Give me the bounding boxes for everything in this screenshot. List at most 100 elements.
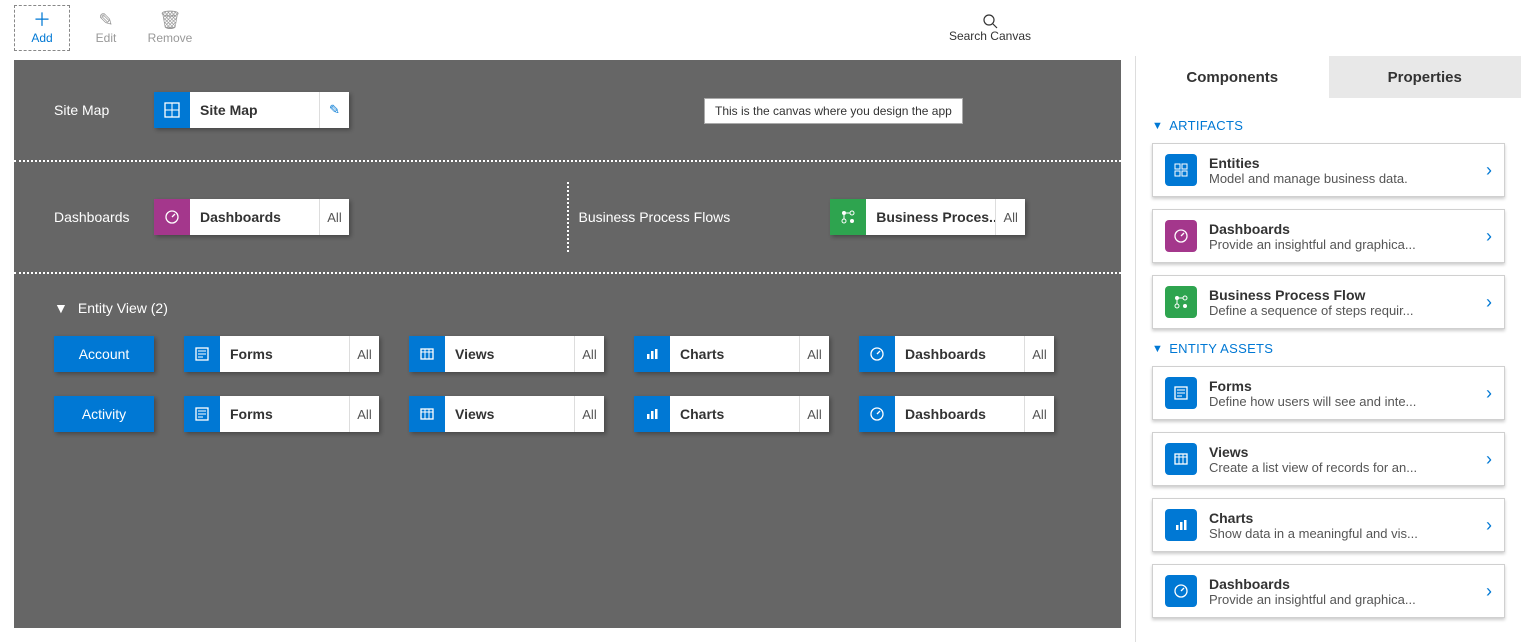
asset-tile-forms[interactable]: FormsAll — [184, 396, 379, 432]
card-title: Dashboards — [1209, 576, 1486, 592]
asset-all-action[interactable]: All — [574, 336, 604, 372]
asset-all-action[interactable]: All — [574, 396, 604, 432]
chevron-right-icon: › — [1486, 160, 1492, 181]
section-sitemap: Site Map Site Map ✎ — [14, 60, 1121, 162]
sitemap-tile[interactable]: Site Map ✎ — [154, 92, 349, 128]
asset-tile-label: Dashboards — [895, 396, 1024, 432]
asset-tile-label: Views — [445, 336, 574, 372]
asset-all-action[interactable]: All — [799, 336, 829, 372]
section-entity-view: ▼ Entity View (2) AccountFormsAllViewsAl… — [14, 274, 1121, 476]
remove-button[interactable]: 🗑 Remove — [142, 5, 198, 51]
bpf-tile[interactable]: Business Proces... All — [830, 199, 1025, 235]
chevron-right-icon: › — [1486, 449, 1492, 470]
search-canvas-button[interactable]: Search Canvas — [949, 13, 1031, 43]
card-title: Entities — [1209, 155, 1486, 171]
card-desc: Model and manage business data. — [1209, 171, 1486, 186]
entity-view-label: Entity View (2) — [78, 300, 168, 316]
asset-tile-label: Dashboards — [895, 336, 1024, 372]
entity-row: ActivityFormsAllViewsAllChartsAllDashboa… — [54, 396, 1081, 432]
toolbar: ＋ Add ✎ Edit 🗑 Remove Search Canvas — [0, 0, 1521, 56]
card-desc: Define how users will see and inte... — [1209, 394, 1486, 409]
card-desc: Define a sequence of steps requir... — [1209, 303, 1486, 318]
asset-all-action[interactable]: All — [1024, 396, 1054, 432]
view-icon — [409, 336, 445, 372]
plus-icon: ＋ — [33, 11, 51, 29]
edit-label: Edit — [96, 31, 117, 45]
card-text: ViewsCreate a list view of records for a… — [1209, 444, 1486, 475]
caret-down-icon: ▼ — [54, 300, 68, 316]
card-text: FormsDefine how users will see and inte.… — [1209, 378, 1486, 409]
group-entity-assets-header[interactable]: ▼ ENTITY ASSETS — [1152, 341, 1505, 356]
edit-button[interactable]: ✎ Edit — [78, 5, 134, 51]
gauge-icon — [1165, 220, 1197, 252]
section-dashboards-bpf: Dashboards Dashboards All Business Proce… — [14, 162, 1121, 274]
gauge-icon — [859, 336, 895, 372]
component-card-views[interactable]: ViewsCreate a list view of records for a… — [1152, 432, 1505, 486]
sitemap-icon — [154, 92, 190, 128]
component-card-forms[interactable]: FormsDefine how users will see and inte.… — [1152, 366, 1505, 420]
asset-tile-views[interactable]: ViewsAll — [409, 336, 604, 372]
chevron-right-icon: › — [1486, 515, 1492, 536]
entity-icon — [1165, 154, 1197, 186]
asset-tile-label: Forms — [220, 336, 349, 372]
component-card-dashboards[interactable]: DashboardsProvide an insightful and grap… — [1152, 209, 1505, 263]
divider — [567, 182, 569, 252]
asset-tile-dashboards[interactable]: DashboardsAll — [859, 396, 1054, 432]
tab-components[interactable]: Components — [1136, 56, 1329, 98]
entity-tile[interactable]: Account — [54, 336, 154, 372]
chart-icon — [634, 396, 670, 432]
flow-icon — [830, 199, 866, 235]
dashboards-tile[interactable]: Dashboards All — [154, 199, 349, 235]
card-desc: Provide an insightful and graphica... — [1209, 237, 1486, 252]
asset-all-action[interactable]: All — [349, 396, 379, 432]
dashboards-all-action[interactable]: All — [319, 199, 349, 235]
component-card-dashboards[interactable]: DashboardsProvide an insightful and grap… — [1152, 564, 1505, 618]
pencil-icon: ✎ — [98, 11, 113, 29]
entity-view-header[interactable]: ▼ Entity View (2) — [54, 300, 1081, 316]
components-panel: Components Properties ▼ ARTIFACTS Entiti… — [1135, 56, 1521, 642]
remove-label: Remove — [148, 31, 193, 45]
component-card-charts[interactable]: ChartsShow data in a meaningful and vis.… — [1152, 498, 1505, 552]
form-icon — [184, 396, 220, 432]
card-title: Dashboards — [1209, 221, 1486, 237]
card-text: ChartsShow data in a meaningful and vis.… — [1209, 510, 1486, 541]
chart-icon — [1165, 509, 1197, 541]
asset-tile-dashboards[interactable]: DashboardsAll — [859, 336, 1054, 372]
bpf-all-action[interactable]: All — [995, 199, 1025, 235]
card-text: Business Process FlowDefine a sequence o… — [1209, 287, 1486, 318]
asset-all-action[interactable]: All — [1024, 336, 1054, 372]
add-button[interactable]: ＋ Add — [14, 5, 70, 51]
form-icon — [184, 336, 220, 372]
asset-tile-charts[interactable]: ChartsAll — [634, 396, 829, 432]
panel-tabs: Components Properties — [1136, 56, 1521, 98]
gauge-icon — [154, 199, 190, 235]
main-layout: This is the canvas where you design the … — [0, 56, 1521, 642]
view-icon — [1165, 443, 1197, 475]
card-text: DashboardsProvide an insightful and grap… — [1209, 221, 1486, 252]
canvas[interactable]: This is the canvas where you design the … — [14, 60, 1121, 628]
form-icon — [1165, 377, 1197, 409]
asset-all-action[interactable]: All — [349, 336, 379, 372]
caret-down-icon: ▼ — [1152, 120, 1163, 132]
component-card-entities[interactable]: EntitiesModel and manage business data.› — [1152, 143, 1505, 197]
group-artifacts-label: ARTIFACTS — [1169, 118, 1243, 133]
asset-tile-charts[interactable]: ChartsAll — [634, 336, 829, 372]
asset-tile-views[interactable]: ViewsAll — [409, 396, 604, 432]
component-card-business-process-flow[interactable]: Business Process FlowDefine a sequence o… — [1152, 275, 1505, 329]
card-desc: Provide an insightful and graphica... — [1209, 592, 1486, 607]
chevron-right-icon: › — [1486, 292, 1492, 313]
asset-tile-forms[interactable]: FormsAll — [184, 336, 379, 372]
asset-tile-label: Forms — [220, 396, 349, 432]
tab-properties[interactable]: Properties — [1329, 56, 1521, 98]
bpf-icon — [1165, 286, 1197, 318]
gauge-icon — [1165, 575, 1197, 607]
sitemap-edit-action[interactable]: ✎ — [319, 92, 349, 128]
asset-all-action[interactable]: All — [799, 396, 829, 432]
group-artifacts-header[interactable]: ▼ ARTIFACTS — [1152, 118, 1505, 133]
add-label: Add — [31, 31, 52, 45]
entity-tile[interactable]: Activity — [54, 396, 154, 432]
asset-tile-label: Charts — [670, 396, 799, 432]
caret-down-icon: ▼ — [1152, 343, 1163, 355]
view-icon — [409, 396, 445, 432]
asset-tile-label: Views — [445, 396, 574, 432]
